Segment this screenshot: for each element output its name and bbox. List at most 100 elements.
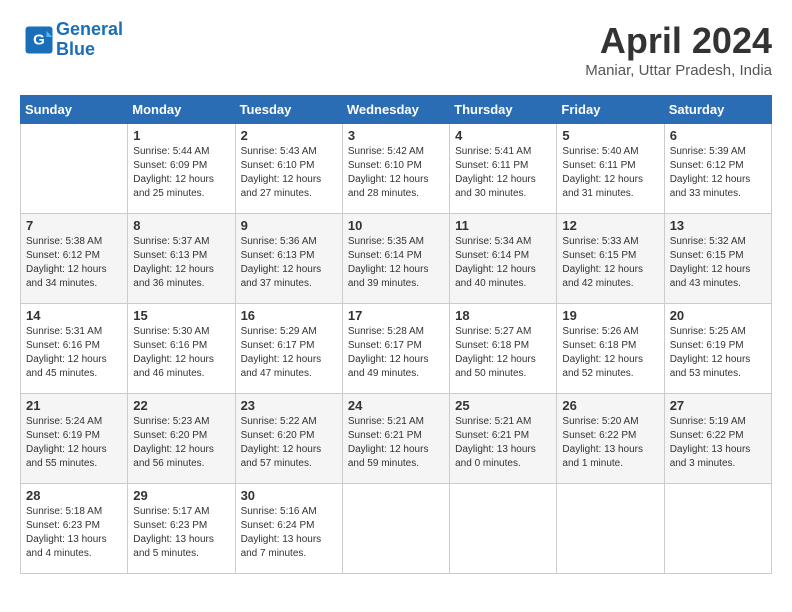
cell-info: Sunrise: 5:40 AM Sunset: 6:11 PM Dayligh… bbox=[562, 145, 658, 201]
calendar-table: SundayMondayTuesdayWednesdayThursdayFrid… bbox=[20, 95, 772, 574]
calendar-cell bbox=[342, 484, 449, 574]
calendar-cell: 12 Sunrise: 5:33 AM Sunset: 6:15 PM Dayli… bbox=[557, 214, 664, 304]
calendar-cell: 18 Sunrise: 5:27 AM Sunset: 6:18 PM Dayli… bbox=[450, 304, 557, 394]
calendar-cell bbox=[450, 484, 557, 574]
calendar-week-row: 14 Sunrise: 5:31 AM Sunset: 6:16 PM Dayli… bbox=[21, 304, 772, 394]
day-number: 18 bbox=[455, 308, 551, 323]
weekday-header: Wednesday bbox=[342, 96, 449, 124]
day-number: 7 bbox=[26, 218, 122, 233]
day-number: 28 bbox=[26, 488, 122, 503]
day-number: 19 bbox=[562, 308, 658, 323]
calendar-cell: 10 Sunrise: 5:35 AM Sunset: 6:14 PM Dayli… bbox=[342, 214, 449, 304]
day-number: 16 bbox=[241, 308, 337, 323]
cell-info: Sunrise: 5:29 AM Sunset: 6:17 PM Dayligh… bbox=[241, 325, 337, 381]
calendar-cell: 7 Sunrise: 5:38 AM Sunset: 6:12 PM Daylig… bbox=[21, 214, 128, 304]
day-number: 29 bbox=[133, 488, 229, 503]
calendar-cell: 23 Sunrise: 5:22 AM Sunset: 6:20 PM Dayli… bbox=[235, 394, 342, 484]
day-number: 3 bbox=[348, 128, 444, 143]
calendar-cell: 9 Sunrise: 5:36 AM Sunset: 6:13 PM Daylig… bbox=[235, 214, 342, 304]
calendar-cell: 3Sunrise: 5:42 AM Sunset: 6:10 PM Daylig… bbox=[342, 124, 449, 214]
cell-info: Sunrise: 5:20 AM Sunset: 6:22 PM Dayligh… bbox=[562, 415, 658, 471]
calendar-cell: 26 Sunrise: 5:20 AM Sunset: 6:22 PM Dayli… bbox=[557, 394, 664, 484]
cell-info: Sunrise: 5:30 AM Sunset: 6:16 PM Dayligh… bbox=[133, 325, 229, 381]
calendar-header: SundayMondayTuesdayWednesdayThursdayFrid… bbox=[21, 96, 772, 124]
cell-info: Sunrise: 5:41 AM Sunset: 6:11 PM Dayligh… bbox=[455, 145, 551, 201]
weekday-header: Sunday bbox=[21, 96, 128, 124]
day-number: 21 bbox=[26, 398, 122, 413]
day-number: 5 bbox=[562, 128, 658, 143]
logo: G General Blue bbox=[20, 20, 123, 60]
calendar-cell: 22 Sunrise: 5:23 AM Sunset: 6:20 PM Dayli… bbox=[128, 394, 235, 484]
day-number: 20 bbox=[670, 308, 766, 323]
calendar-cell: 1 Sunrise: 5:44 AM Sunset: 6:09 PM Daylig… bbox=[128, 124, 235, 214]
cell-info: Sunrise: 5:24 AM Sunset: 6:19 PM Dayligh… bbox=[26, 415, 122, 471]
calendar-body: 1 Sunrise: 5:44 AM Sunset: 6:09 PM Daylig… bbox=[21, 124, 772, 574]
day-number: 27 bbox=[670, 398, 766, 413]
calendar-cell: 5 Sunrise: 5:40 AM Sunset: 6:11 PM Daylig… bbox=[557, 124, 664, 214]
location: Maniar, Uttar Pradesh, India bbox=[585, 62, 772, 79]
weekday-header: Thursday bbox=[450, 96, 557, 124]
calendar-cell bbox=[21, 124, 128, 214]
weekday-header: Tuesday bbox=[235, 96, 342, 124]
calendar-cell: 29Sunrise: 5:17 AM Sunset: 6:23 PM Dayli… bbox=[128, 484, 235, 574]
cell-info: Sunrise: 5:37 AM Sunset: 6:13 PM Dayligh… bbox=[133, 235, 229, 291]
cell-info: Sunrise: 5:16 AM Sunset: 6:24 PM Dayligh… bbox=[241, 505, 337, 561]
cell-info: Sunrise: 5:44 AM Sunset: 6:09 PM Dayligh… bbox=[133, 145, 229, 201]
title-block: April 2024 Maniar, Uttar Pradesh, India bbox=[585, 20, 772, 79]
day-number: 11 bbox=[455, 218, 551, 233]
weekday-header: Monday bbox=[128, 96, 235, 124]
calendar-cell: 14 Sunrise: 5:31 AM Sunset: 6:16 PM Dayli… bbox=[21, 304, 128, 394]
day-number: 1 bbox=[133, 128, 229, 143]
day-number: 2 bbox=[241, 128, 337, 143]
calendar-week-row: 1 Sunrise: 5:44 AM Sunset: 6:09 PM Daylig… bbox=[21, 124, 772, 214]
calendar-week-row: 28 Sunrise: 5:18 AM Sunset: 6:23 PM Dayli… bbox=[21, 484, 772, 574]
calendar-cell bbox=[557, 484, 664, 574]
calendar-cell: 30 Sunrise: 5:16 AM Sunset: 6:24 PM Dayli… bbox=[235, 484, 342, 574]
day-number: 9 bbox=[241, 218, 337, 233]
cell-info: Sunrise: 5:21 AM Sunset: 6:21 PM Dayligh… bbox=[455, 415, 551, 471]
logo-text: General Blue bbox=[56, 20, 123, 60]
day-number: 10 bbox=[348, 218, 444, 233]
day-number: 25 bbox=[455, 398, 551, 413]
calendar-cell: 24 Sunrise: 5:21 AM Sunset: 6:21 PM Dayli… bbox=[342, 394, 449, 484]
day-number: 8 bbox=[133, 218, 229, 233]
day-number: 17 bbox=[348, 308, 444, 323]
cell-info: Sunrise: 5:25 AM Sunset: 6:19 PM Dayligh… bbox=[670, 325, 766, 381]
day-number: 4 bbox=[455, 128, 551, 143]
day-number: 15 bbox=[133, 308, 229, 323]
svg-text:G: G bbox=[33, 31, 45, 48]
day-number: 23 bbox=[241, 398, 337, 413]
calendar-cell: 6Sunrise: 5:39 AM Sunset: 6:12 PM Daylig… bbox=[664, 124, 771, 214]
day-number: 14 bbox=[26, 308, 122, 323]
cell-info: Sunrise: 5:23 AM Sunset: 6:20 PM Dayligh… bbox=[133, 415, 229, 471]
cell-info: Sunrise: 5:35 AM Sunset: 6:14 PM Dayligh… bbox=[348, 235, 444, 291]
calendar-cell: 8 Sunrise: 5:37 AM Sunset: 6:13 PM Daylig… bbox=[128, 214, 235, 304]
cell-info: Sunrise: 5:33 AM Sunset: 6:15 PM Dayligh… bbox=[562, 235, 658, 291]
day-number: 24 bbox=[348, 398, 444, 413]
day-number: 30 bbox=[241, 488, 337, 503]
cell-info: Sunrise: 5:18 AM Sunset: 6:23 PM Dayligh… bbox=[26, 505, 122, 561]
cell-info: Sunrise: 5:31 AM Sunset: 6:16 PM Dayligh… bbox=[26, 325, 122, 381]
cell-info: Sunrise: 5:22 AM Sunset: 6:20 PM Dayligh… bbox=[241, 415, 337, 471]
calendar-cell: 20 Sunrise: 5:25 AM Sunset: 6:19 PM Dayli… bbox=[664, 304, 771, 394]
cell-info: Sunrise: 5:32 AM Sunset: 6:15 PM Dayligh… bbox=[670, 235, 766, 291]
cell-info: Sunrise: 5:34 AM Sunset: 6:14 PM Dayligh… bbox=[455, 235, 551, 291]
logo-icon: G bbox=[24, 25, 54, 55]
day-number: 6 bbox=[670, 128, 766, 143]
weekday-header: Friday bbox=[557, 96, 664, 124]
cell-info: Sunrise: 5:36 AM Sunset: 6:13 PM Dayligh… bbox=[241, 235, 337, 291]
calendar-cell: 16 Sunrise: 5:29 AM Sunset: 6:17 PM Dayli… bbox=[235, 304, 342, 394]
cell-info: Sunrise: 5:38 AM Sunset: 6:12 PM Dayligh… bbox=[26, 235, 122, 291]
page-header: G General Blue April 2024 Maniar, Uttar … bbox=[20, 20, 772, 79]
calendar-cell: 2Sunrise: 5:43 AM Sunset: 6:10 PM Daylig… bbox=[235, 124, 342, 214]
day-number: 26 bbox=[562, 398, 658, 413]
weekday-header: Saturday bbox=[664, 96, 771, 124]
cell-info: Sunrise: 5:21 AM Sunset: 6:21 PM Dayligh… bbox=[348, 415, 444, 471]
calendar-cell: 19Sunrise: 5:26 AM Sunset: 6:18 PM Dayli… bbox=[557, 304, 664, 394]
calendar-cell: 21 Sunrise: 5:24 AM Sunset: 6:19 PM Dayli… bbox=[21, 394, 128, 484]
day-number: 22 bbox=[133, 398, 229, 413]
day-number: 12 bbox=[562, 218, 658, 233]
cell-info: Sunrise: 5:27 AM Sunset: 6:18 PM Dayligh… bbox=[455, 325, 551, 381]
calendar-week-row: 7 Sunrise: 5:38 AM Sunset: 6:12 PM Daylig… bbox=[21, 214, 772, 304]
weekday-row: SundayMondayTuesdayWednesdayThursdayFrid… bbox=[21, 96, 772, 124]
